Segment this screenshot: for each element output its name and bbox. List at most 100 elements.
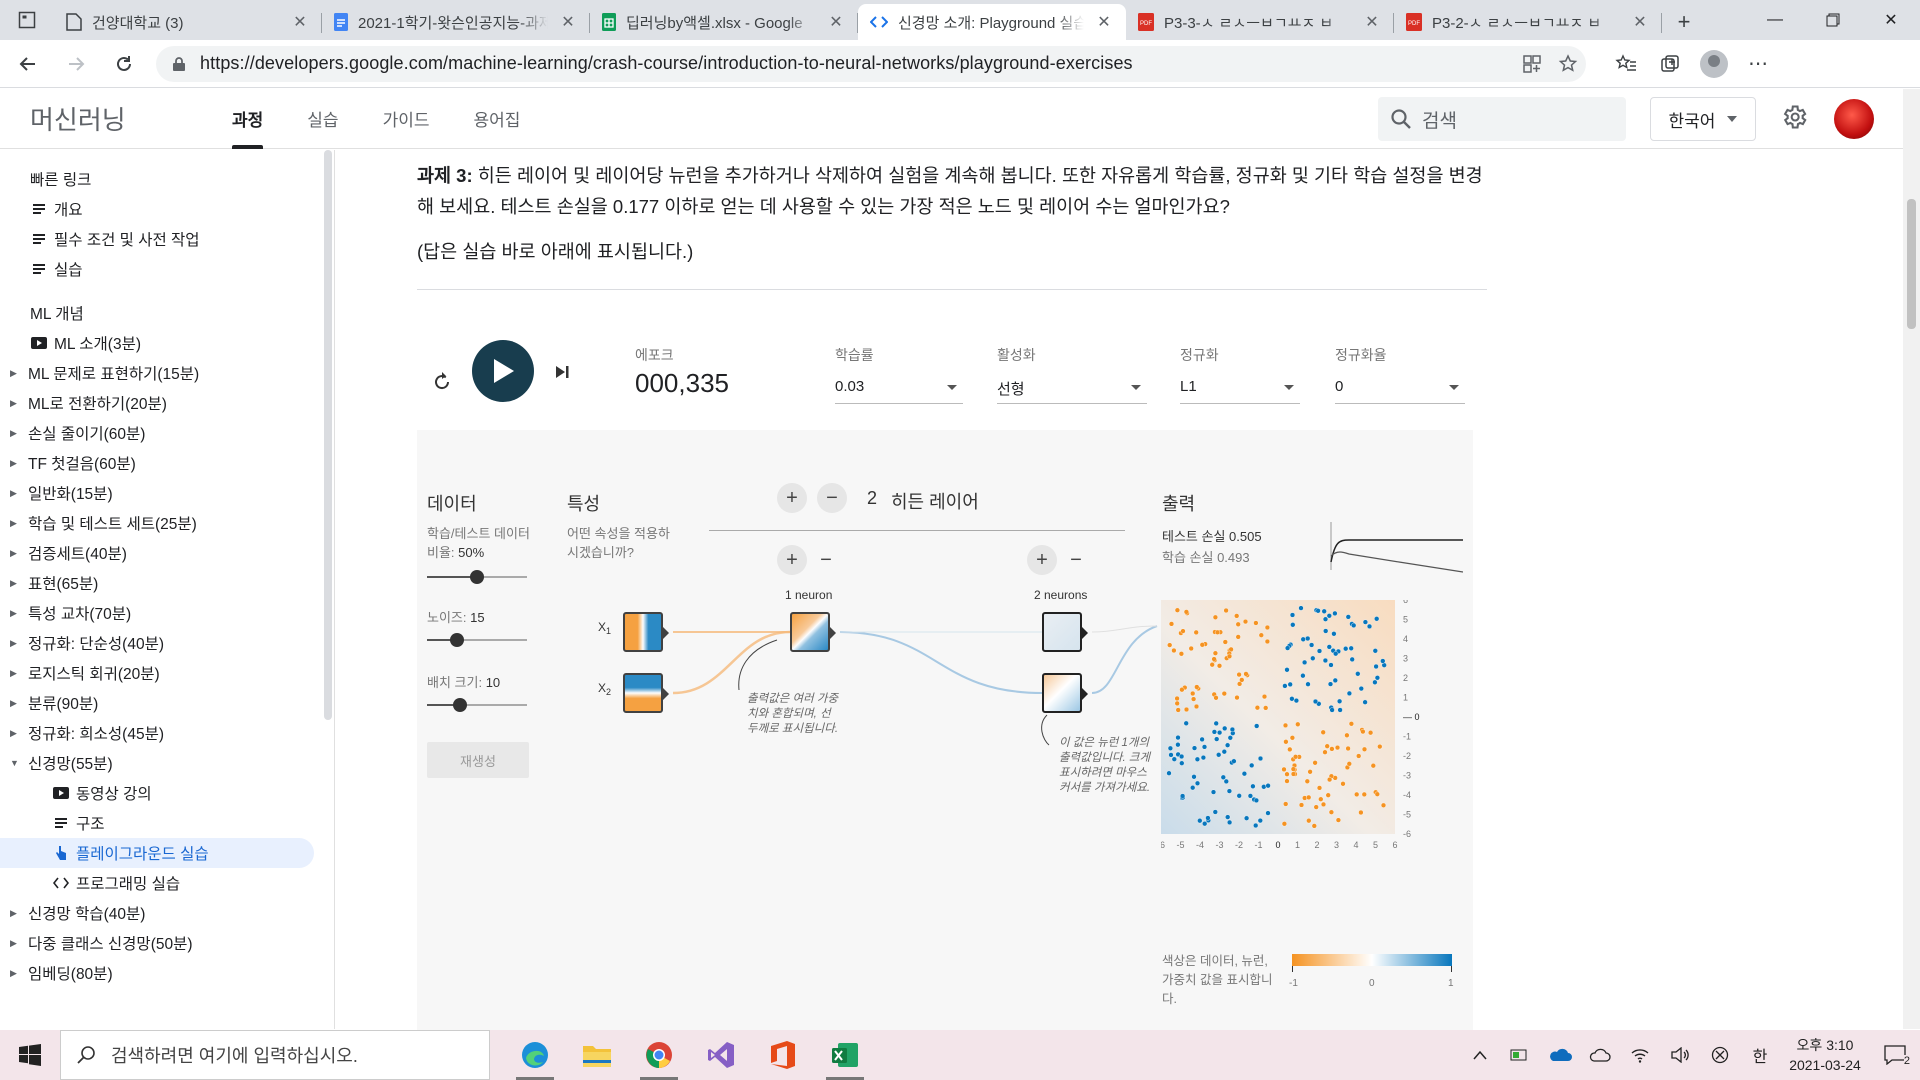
sidebar-scrollbar[interactable]	[322, 150, 334, 720]
collections-icon[interactable]	[1648, 44, 1692, 84]
collapsed-arrow-icon[interactable]: ▶	[10, 608, 17, 619]
collapsed-arrow-icon[interactable]: ▶	[10, 578, 17, 589]
sidebar-item[interactable]: ▶ 검증세트(40분)	[0, 538, 334, 568]
browser-tab[interactable]: 신경망 소개: Playground 실습 ✕	[858, 4, 1126, 40]
chrome-app-icon[interactable]	[628, 1030, 690, 1080]
taskbar-search-input[interactable]: 검색하려면 여기에 입력하십시오.	[60, 1030, 490, 1080]
browser-tab[interactable]: PDF P3-3-ㅅ ㄹㅅㅡㅂㄱㅛㅈ ㅂ ✕	[1126, 4, 1394, 40]
sidebar-item[interactable]: ▶ 임베딩(80분)	[0, 958, 334, 988]
onedrive-icon[interactable]	[1540, 1047, 1580, 1063]
sidebar-item[interactable]: ▶ 신경망 학습(40분)	[0, 898, 334, 928]
site-search-input[interactable]: 검색	[1378, 97, 1626, 141]
close-tab-icon[interactable]: ✕	[1362, 12, 1382, 32]
window-menu-icon[interactable]	[0, 0, 54, 40]
sidebar-item[interactable]: ▶ ML로 전환하기(20분)	[0, 388, 334, 418]
battery-icon[interactable]	[1500, 1047, 1540, 1063]
quick-link[interactable]: 개요	[0, 194, 334, 224]
chevron-up-icon[interactable]	[1460, 1050, 1500, 1060]
sidebar-item[interactable]: ▶ 손실 줄이기(60분)	[0, 418, 334, 448]
gear-icon[interactable]	[1780, 103, 1808, 131]
collapsed-arrow-icon[interactable]: ▶	[10, 668, 17, 679]
url-field[interactable]: https://developers.google.com/machine-le…	[156, 45, 1586, 82]
nav-link[interactable]: 용어집	[451, 89, 542, 149]
sidebar-item[interactable]: ▶ 특성 교차(70분)	[0, 598, 334, 628]
page-scrollbar[interactable]	[1903, 89, 1920, 1029]
site-brand[interactable]: 머신러닝	[30, 100, 180, 137]
collapsed-arrow-icon[interactable]: ▶	[10, 638, 17, 649]
nav-link[interactable]: 가이드	[361, 89, 452, 149]
close-window-button[interactable]: ✕	[1862, 0, 1920, 40]
user-avatar[interactable]	[1834, 99, 1874, 139]
wifi-icon[interactable]	[1620, 1047, 1660, 1063]
close-tab-icon[interactable]: ✕	[826, 12, 846, 32]
collapsed-arrow-icon[interactable]: ▶	[10, 548, 17, 559]
ime-indicator[interactable]: 한	[1740, 1043, 1780, 1067]
volume-icon[interactable]	[1660, 1047, 1700, 1063]
back-button[interactable]	[8, 44, 48, 84]
collapsed-arrow-icon[interactable]: ▶	[10, 908, 17, 919]
collapsed-arrow-icon[interactable]: ▶	[10, 398, 17, 409]
app-available-icon[interactable]	[1514, 54, 1550, 74]
sidebar-item[interactable]: ▶ 분류(90분)	[0, 688, 334, 718]
sidebar-item[interactable]: ▶ 다중 클래스 신경망(50분)	[0, 928, 334, 958]
nav-link[interactable]: 과정	[210, 89, 285, 149]
collapsed-arrow-icon[interactable]: ▶	[10, 968, 17, 979]
expanded-arrow-icon[interactable]: ▼	[10, 758, 19, 768]
reset-button[interactable]	[431, 370, 453, 392]
sidebar-item[interactable]: 동영상 강의	[0, 778, 334, 808]
notification-center-icon[interactable]: 2	[1870, 1045, 1920, 1067]
visual-studio-app-icon[interactable]	[690, 1030, 752, 1080]
quick-link[interactable]: 실습	[0, 254, 334, 284]
sidebar-item[interactable]: 구조	[0, 808, 334, 838]
close-tab-icon[interactable]: ✕	[558, 12, 578, 32]
collapsed-arrow-icon[interactable]: ▶	[10, 728, 17, 739]
sidebar-item[interactable]: ▶ ML 문제로 표현하기(15분)	[0, 358, 334, 388]
browser-tab[interactable]: 딥러닝by액셀.xlsx - Google ✕	[590, 4, 858, 40]
nav-link[interactable]: 실습	[285, 89, 360, 149]
collapsed-arrow-icon[interactable]: ▶	[10, 488, 17, 499]
sidebar-item[interactable]: ▶ 일반화(15분)	[0, 478, 334, 508]
sidebar-item[interactable]: ▶ 학습 및 테스트 세트(25분)	[0, 508, 334, 538]
language-select[interactable]: 한국어	[1650, 97, 1756, 141]
sidebar-item[interactable]: ▶ 정규화: 단순성(40분)	[0, 628, 334, 658]
collapsed-arrow-icon[interactable]: ▶	[10, 518, 17, 529]
start-button[interactable]	[0, 1030, 60, 1080]
profile-icon[interactable]	[1692, 44, 1736, 84]
collapsed-arrow-icon[interactable]: ▶	[10, 938, 17, 949]
lock-icon[interactable]	[172, 56, 186, 72]
office-app-icon[interactable]	[752, 1030, 814, 1080]
regularization-select[interactable]: L1	[1180, 372, 1300, 404]
add-favorite-icon[interactable]	[1550, 53, 1586, 74]
quick-link[interactable]: 필수 조건 및 사전 작업	[0, 224, 334, 254]
browser-tab[interactable]: 건양대학교 (3) ✕	[54, 4, 322, 40]
learning-rate-select[interactable]: 0.03	[835, 372, 963, 404]
sidebar-item[interactable]: ▶ 로지스틱 회귀(20분)	[0, 658, 334, 688]
excel-app-icon[interactable]	[814, 1030, 876, 1080]
sidebar-item[interactable]: ML 소개(3분)	[0, 328, 334, 358]
file-explorer-app-icon[interactable]	[566, 1030, 628, 1080]
close-tab-icon[interactable]: ✕	[1094, 12, 1114, 32]
collapsed-arrow-icon[interactable]: ▶	[10, 368, 17, 379]
browser-tab[interactable]: 2021-1학기-왓슨인공지능-과제 ✕	[322, 4, 590, 40]
favorites-icon[interactable]	[1604, 44, 1648, 84]
collapsed-arrow-icon[interactable]: ▶	[10, 698, 17, 709]
collapsed-arrow-icon[interactable]: ▶	[10, 458, 17, 469]
reload-button[interactable]	[104, 44, 144, 84]
no-connection-icon[interactable]	[1700, 1046, 1740, 1064]
sidebar-item[interactable]: ▼ 신경망(55분)	[0, 748, 334, 778]
reg-rate-select[interactable]: 0	[1335, 372, 1465, 404]
edge-app-icon[interactable]	[504, 1030, 566, 1080]
sidebar-item[interactable]: 프로그래밍 실습	[0, 868, 334, 898]
new-tab-button[interactable]: +	[1662, 4, 1706, 40]
sidebar-item[interactable]: 플레이그라운드 실습	[0, 838, 314, 868]
network-cloud-icon[interactable]	[1580, 1047, 1620, 1063]
sidebar-item[interactable]: ▶ TF 첫걸음(60분)	[0, 448, 334, 478]
maximize-button[interactable]	[1804, 0, 1862, 40]
browser-tab[interactable]: PDF P3-2-ㅅ ㄹㅅㅡㅂㄱㅛㅈ ㅂ ✕	[1394, 4, 1662, 40]
close-tab-icon[interactable]: ✕	[290, 12, 310, 32]
collapsed-arrow-icon[interactable]: ▶	[10, 428, 17, 439]
sidebar-item[interactable]: ▶ 정규화: 희소성(45분)	[0, 718, 334, 748]
play-button[interactable]	[472, 340, 534, 402]
close-tab-icon[interactable]: ✕	[1630, 12, 1650, 32]
step-button[interactable]	[553, 363, 571, 381]
